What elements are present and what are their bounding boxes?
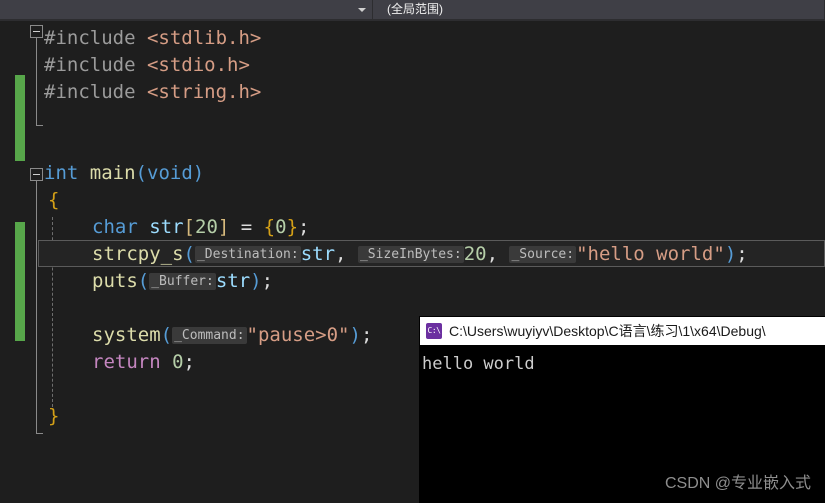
token-space-2 (136, 54, 147, 76)
token-return-zero: 0 (172, 351, 184, 373)
console-output-area[interactable]: hello world CSDN @专业嵌入式 (420, 345, 825, 503)
token-brace-close: } (48, 405, 60, 427)
token-space-13 (161, 351, 172, 373)
token-kw-return: return (92, 351, 161, 373)
token-paren-open-9: ( (183, 243, 195, 265)
console-output-line: hello world (422, 354, 535, 374)
token-comma-9a: , (335, 243, 358, 265)
token-semicolon-13: ; (183, 351, 195, 373)
token-header-stdio: <stdio.h> (146, 54, 250, 76)
param-hint-buffer: _Buffer: (149, 273, 216, 290)
token-paren-close-10: ) (250, 270, 262, 292)
token-bracket-open: [ (183, 216, 195, 238)
token-space-1 (136, 27, 147, 49)
token-arg-str-2: str (215, 270, 251, 292)
token-space-8 (138, 216, 149, 238)
token-space-3 (136, 81, 147, 103)
token-var-str-decl: str (149, 216, 184, 238)
token-str-hello-world: "hello world" (576, 243, 725, 265)
token-init-brace-open: { (263, 216, 276, 238)
token-arrsize-20: 20 (195, 216, 218, 238)
code-line-10: puts(_Buffer: str); (92, 268, 273, 295)
navigation-bar: (全局范围) (0, 0, 825, 19)
scope-dropdown-right-label: (全局范围) (387, 2, 443, 16)
code-line-12: system(_Command: "pause>0"); (92, 322, 372, 349)
token-paren-close-12: ) (349, 324, 361, 346)
token-bracket-close: ] (217, 216, 230, 238)
token-paren-close-main: ) (192, 162, 205, 184)
console-title-bar[interactable]: C:\ C:\Users\wuyiyv\Desktop\C语言\练习\1\x64… (420, 317, 825, 345)
token-kw-int: int (44, 162, 79, 184)
token-semicolon-8: ; (298, 216, 310, 238)
code-line-3: #include <string.h> (44, 79, 261, 106)
token-fn-system: system (92, 324, 161, 346)
token-fn-main: main (89, 162, 136, 184)
token-arg-20: 20 (463, 243, 487, 265)
code-line-8: char str[20] = {0}; (92, 214, 309, 241)
code-line-15: } (48, 403, 59, 430)
code-line-7: { (48, 187, 59, 214)
token-eq: = (229, 216, 264, 238)
token-kw-char: char (92, 216, 138, 238)
token-semicolon-12: ; (360, 324, 373, 346)
token-fn-puts: puts (92, 270, 138, 292)
token-fn-strcpy-s: strcpy_s (92, 243, 184, 265)
code-line-13: return 0; (92, 349, 195, 376)
csdn-watermark: CSDN @专业嵌入式 (664, 475, 811, 492)
token-init-brace-close: } (286, 216, 299, 238)
chevron-down-icon (358, 7, 366, 12)
token-brace-open: { (48, 189, 60, 211)
param-hint-sizeinbytes: _SizeInBytes: (357, 246, 464, 263)
console-window[interactable]: C:\ C:\Users\wuyiyv\Desktop\C语言\练习\1\x64… (420, 317, 825, 503)
code-line-2: #include <stdio.h> (44, 52, 250, 79)
console-title-text: C:\Users\wuyiyv\Desktop\C语言\练习\1\x64\Deb… (449, 323, 766, 339)
token-include-1: #include (44, 27, 136, 49)
token-include-3: #include (44, 81, 136, 103)
token-arg-str-1: str (300, 243, 336, 265)
param-hint-command: _Command: (172, 327, 247, 344)
token-kw-void: void (147, 162, 193, 184)
token-semicolon-9: ; (736, 243, 748, 265)
token-space-6 (78, 162, 89, 184)
code-line-6: int main(void) (44, 160, 204, 187)
token-header-stdlib: <stdlib.h> (146, 27, 262, 49)
token-comma-9b: , (486, 243, 510, 265)
scope-dropdown-right[interactable]: (全局范围) (373, 0, 825, 19)
console-icon-glyph: C:\ (427, 326, 441, 335)
token-include-2: #include (44, 54, 136, 76)
token-paren-open-main: ( (135, 162, 147, 184)
param-hint-destination: _Destination: (194, 246, 301, 263)
visual-studio-editor-window: (全局范围) #include <stdlib.h> #include <std… (0, 0, 825, 503)
token-semicolon-10: ; (261, 270, 274, 292)
token-paren-open-12: ( (160, 324, 173, 346)
param-hint-source: _Source: (509, 246, 577, 263)
token-paren-open-10: ( (137, 270, 150, 292)
console-app-icon: C:\ (426, 323, 442, 339)
scope-dropdown-left[interactable] (0, 0, 373, 19)
token-str-pause: "pause>0" (246, 324, 350, 346)
token-header-string: <string.h> (146, 81, 262, 103)
code-line-9: strcpy_s(_Destination: str, _SizeInBytes:… (92, 241, 748, 268)
code-line-1: #include <stdlib.h> (44, 25, 261, 52)
token-init-zero: 0 (275, 216, 287, 238)
token-paren-close-9: ) (724, 243, 737, 265)
